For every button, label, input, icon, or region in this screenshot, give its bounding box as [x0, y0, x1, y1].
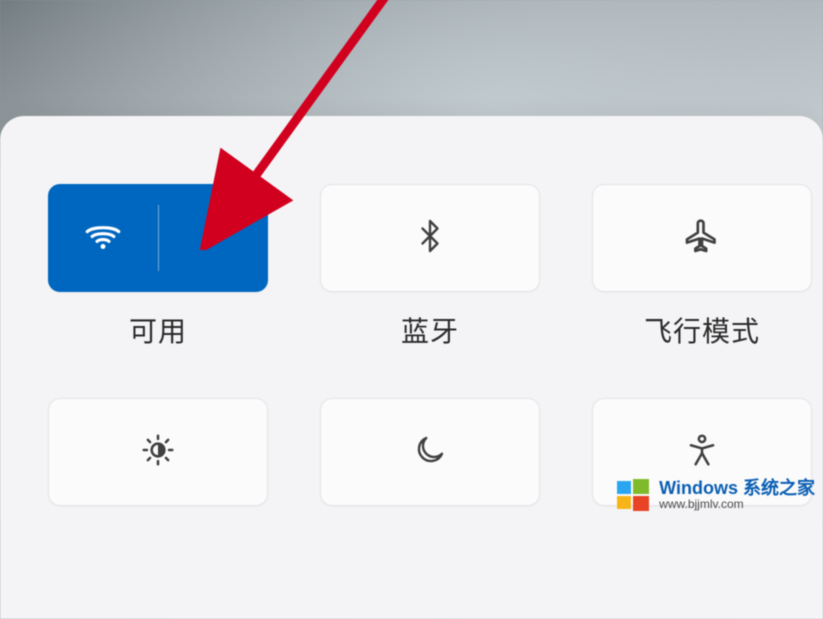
- bluetooth-tile[interactable]: [320, 184, 540, 292]
- airplane-tile-group: 飞行模式: [592, 184, 812, 350]
- wifi-toggle-half[interactable]: [49, 185, 158, 291]
- wifi-tile[interactable]: [48, 184, 268, 292]
- airplane-label: 飞行模式: [644, 310, 760, 350]
- bluetooth-tile-group: 蓝牙: [320, 184, 540, 350]
- quick-settings-row-1: 可用 蓝牙 飞行模式: [48, 184, 775, 350]
- watermark-title: Windows 系统之家: [659, 479, 815, 499]
- bluetooth-label: 蓝牙: [401, 310, 459, 350]
- wifi-tile-group: 可用: [48, 184, 268, 350]
- night-light-tile[interactable]: [320, 398, 540, 506]
- brightness-icon: [139, 431, 177, 474]
- watermark-text: Windows 系统之家 www.bjjmlv.com: [659, 479, 815, 512]
- airplane-tile[interactable]: [592, 184, 812, 292]
- chevron-right-icon: [201, 224, 225, 253]
- quick-settings-panel: 可用 蓝牙 飞行模式: [0, 116, 823, 619]
- wifi-expand-half[interactable]: [159, 185, 268, 291]
- wifi-label: 可用: [129, 310, 187, 350]
- accessibility-icon: [683, 431, 721, 474]
- watermark: Windows 系统之家 www.bjjmlv.com: [615, 477, 815, 513]
- bluetooth-icon: [412, 218, 448, 259]
- watermark-url: www.bjjmlv.com: [659, 498, 815, 511]
- moon-icon: [412, 432, 448, 473]
- airplane-icon: [682, 216, 722, 261]
- night-light-tile-group: [320, 398, 540, 506]
- windows-logo-icon: [615, 477, 651, 513]
- brightness-tile[interactable]: [48, 398, 268, 506]
- wifi-icon: [82, 215, 124, 262]
- brightness-tile-group: [48, 398, 268, 506]
